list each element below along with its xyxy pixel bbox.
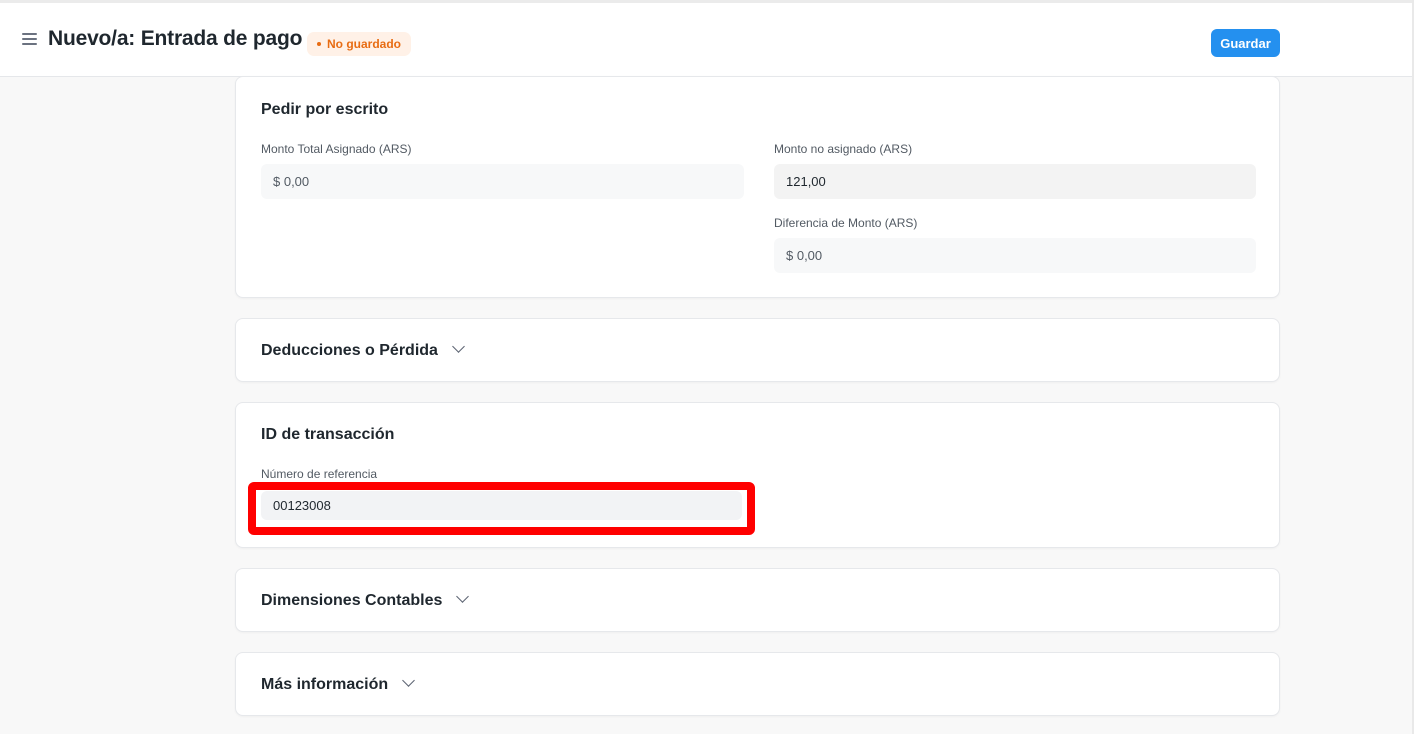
section-title-more-info-label: Más información [261,676,389,693]
save-button[interactable]: Guardar [1211,29,1280,57]
section-write-off: Pedir por escrito Monto Total Asignado (… [235,76,1280,298]
reference-number-label: Número de referencia [261,467,378,481]
section-deductions[interactable]: Deducciones o Pérdida [235,318,1280,382]
section-transaction-id: ID de transacción Número de referencia 0… [235,402,1280,548]
page-header: Nuevo/a: Entrada de pago No guardado Gua… [0,0,1414,77]
total-allocated-label: Monto Total Asignado (ARS) [261,142,412,156]
total-allocated-field: $ 0,00 [261,164,744,199]
status-badge-label: No guardado [327,37,401,51]
hamburger-menu-icon[interactable] [22,33,38,46]
section-title-write-off: Pedir por escrito [261,101,389,118]
status-badge: No guardado [307,32,411,56]
section-more-info[interactable]: Más información [235,652,1280,716]
page-title: Nuevo/a: Entrada de pago [48,27,303,50]
difference-field: $ 0,00 [774,238,1256,273]
chevron-down-icon [452,340,465,353]
section-title-deductions: Deducciones o Pérdida [261,340,465,360]
reference-number-input[interactable]: 00123008 [261,491,742,520]
section-title-transaction-id: ID de transacción [261,426,395,443]
difference-label: Diferencia de Monto (ARS) [774,216,918,230]
section-title-accounting-dimensions-label: Dimensiones Contables [261,592,443,609]
unallocated-label: Monto no asignado (ARS) [774,142,913,156]
status-dot-icon [317,42,321,46]
section-title-more-info: Más información [261,674,416,694]
section-title-deductions-label: Deducciones o Pérdida [261,342,438,359]
section-title-accounting-dimensions: Dimensiones Contables [261,590,470,610]
unallocated-field: 121,00 [774,164,1256,199]
section-accounting-dimensions[interactable]: Dimensiones Contables [235,568,1280,632]
chevron-down-icon [402,674,416,687]
chevron-down-icon [456,590,470,603]
